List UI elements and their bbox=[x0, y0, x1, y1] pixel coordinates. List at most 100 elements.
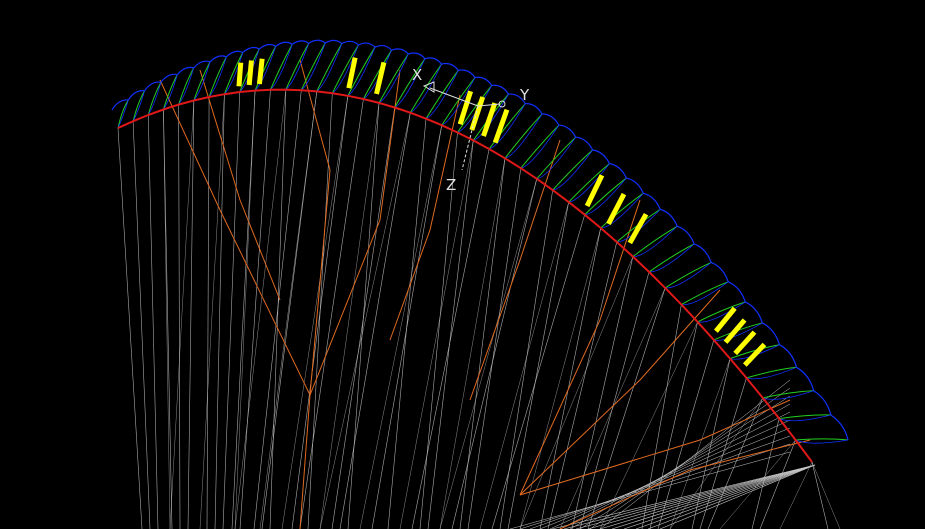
x-axis-arrowhead bbox=[422, 81, 435, 93]
suspension-line bbox=[599, 321, 698, 529]
cascade-line bbox=[309, 69, 401, 396]
suspension-line bbox=[479, 202, 569, 529]
rib-profile bbox=[425, 70, 459, 119]
panel-marker bbox=[627, 212, 649, 245]
paraglider-wireframe-canvas[interactable]: X Y Z bbox=[0, 0, 925, 529]
suspension-line bbox=[587, 287, 666, 529]
z-axis-label: Z bbox=[446, 176, 456, 194]
top-surface-arc bbox=[796, 366, 815, 391]
rib-profile bbox=[697, 301, 746, 323]
suspension-line bbox=[439, 178, 537, 529]
panel-marker bbox=[374, 61, 387, 95]
top-surface-arc bbox=[491, 84, 510, 95]
top-surface-arc bbox=[762, 322, 781, 345]
suspension-line bbox=[169, 100, 195, 529]
suspension-line bbox=[359, 125, 442, 529]
panel-marker bbox=[469, 96, 486, 131]
top-surface-arc bbox=[324, 39, 343, 45]
suspension-line bbox=[234, 89, 287, 529]
panel-marker bbox=[246, 60, 254, 86]
suspension-line bbox=[811, 461, 829, 529]
panel-marker bbox=[742, 342, 767, 367]
suspension-line bbox=[261, 91, 318, 529]
panel-marker bbox=[723, 318, 747, 344]
top-surface-arc bbox=[609, 163, 627, 179]
suspension-line bbox=[759, 439, 796, 529]
suspension-line bbox=[206, 96, 210, 529]
cascade-line bbox=[469, 139, 561, 401]
cascade-line bbox=[519, 199, 641, 496]
leading-edge-curve bbox=[117, 88, 813, 463]
rib-profile bbox=[178, 67, 195, 105]
top-surface-arc bbox=[308, 39, 326, 44]
top-surface-arc bbox=[275, 41, 293, 47]
top-surface-arc bbox=[525, 103, 543, 115]
suspension-line bbox=[579, 395, 791, 529]
top-surface-arc bbox=[391, 48, 409, 55]
top-surface-arc bbox=[226, 50, 244, 58]
cad-viewport[interactable]: X Y Z bbox=[0, 0, 925, 529]
rib-profile bbox=[664, 262, 712, 289]
suspension-line bbox=[178, 104, 181, 529]
top-surface-arc bbox=[424, 57, 443, 65]
top-surface-arc bbox=[474, 76, 493, 86]
top-surface-arc bbox=[542, 113, 560, 126]
suspension-line bbox=[811, 461, 841, 529]
cascade-line bbox=[559, 439, 811, 529]
suspension-line bbox=[371, 125, 443, 529]
suspension-line bbox=[222, 92, 241, 529]
suspension-line bbox=[491, 214, 585, 529]
top-surface-arc bbox=[643, 192, 661, 210]
cascade-line bbox=[199, 69, 281, 301]
top-surface-arc bbox=[677, 225, 695, 245]
suspension-line bbox=[575, 464, 816, 529]
top-surface-arc bbox=[558, 124, 577, 138]
rib-profile bbox=[378, 53, 409, 104]
suspension-line bbox=[199, 94, 225, 529]
y-axis-label: Y bbox=[519, 86, 530, 104]
suspension-line bbox=[657, 339, 715, 529]
suspension-line bbox=[641, 304, 682, 529]
panel-marker bbox=[584, 174, 605, 208]
top-surface-arc bbox=[441, 62, 459, 71]
suspension-line bbox=[163, 109, 173, 529]
panel-marker bbox=[492, 108, 510, 144]
suspension-line bbox=[147, 114, 159, 529]
top-surface-arc bbox=[813, 390, 832, 416]
top-surface-arc bbox=[374, 44, 393, 51]
suspension-line bbox=[214, 94, 225, 529]
top-surface-arc bbox=[341, 40, 359, 46]
suspension-line bbox=[239, 89, 271, 529]
suspension-line bbox=[331, 107, 395, 529]
rib-profile bbox=[681, 281, 729, 306]
suspension-line bbox=[291, 95, 349, 529]
top-surface-arc bbox=[779, 344, 798, 368]
cell-opening-arc bbox=[681, 281, 729, 306]
top-surface-arc bbox=[660, 208, 678, 227]
panel-marker bbox=[256, 58, 265, 85]
top-surface-arc bbox=[458, 69, 476, 78]
suspension-line bbox=[539, 427, 791, 529]
suspension-line bbox=[623, 464, 816, 529]
suspension-line bbox=[563, 464, 816, 529]
suspension-line bbox=[231, 90, 256, 529]
top-surface-arc bbox=[160, 73, 178, 83]
suspension-line bbox=[647, 464, 816, 529]
suspension-line bbox=[427, 140, 474, 529]
suspension-line bbox=[299, 98, 364, 529]
top-surface-arc bbox=[710, 261, 729, 283]
top-surface-arc bbox=[258, 43, 277, 50]
suspension-line bbox=[459, 158, 506, 529]
rib-profile bbox=[648, 243, 695, 273]
rib-profile bbox=[795, 438, 849, 441]
rib-profile bbox=[208, 56, 227, 98]
suspension-line bbox=[117, 127, 143, 529]
cell-opening-arc bbox=[746, 366, 797, 380]
suspension-line bbox=[187, 100, 195, 529]
top-surface-arc bbox=[592, 149, 611, 164]
top-surface-arc bbox=[693, 243, 712, 263]
suspension-line bbox=[281, 95, 349, 529]
top-surface-arc bbox=[745, 301, 763, 324]
cell-opening-arc bbox=[697, 301, 746, 323]
x-axis-label: X bbox=[412, 66, 422, 84]
